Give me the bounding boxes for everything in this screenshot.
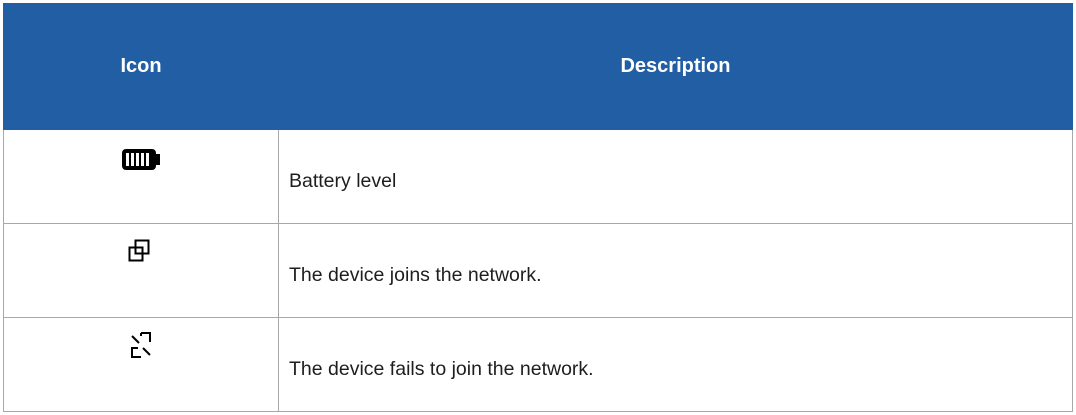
description-column-header: Description (278, 3, 1073, 130)
table-row: Battery level (3, 129, 1073, 224)
description-cell: The device fails to join the network. (278, 317, 1073, 412)
description-cell: Battery level (278, 129, 1073, 224)
battery-level-icon (111, 141, 171, 181)
icon-column-header: Icon (3, 3, 279, 130)
network-join-failed-icon (111, 329, 171, 369)
icon-description-table: Icon Description Battery level The devic… (3, 3, 1073, 412)
network-joined-icon (111, 235, 171, 275)
header-row: Icon Description (3, 3, 1073, 130)
icon-cell (3, 129, 279, 224)
description-cell: The device joins the network. (278, 223, 1073, 318)
table-row: The device fails to join the network. (3, 317, 1073, 412)
description-text: The device fails to join the network. (289, 358, 594, 380)
description-text: The device joins the network. (289, 264, 542, 286)
icon-cell (3, 317, 279, 412)
description-text: Battery level (289, 170, 397, 192)
icon-cell (3, 223, 279, 318)
table-row: The device joins the network. (3, 223, 1073, 318)
